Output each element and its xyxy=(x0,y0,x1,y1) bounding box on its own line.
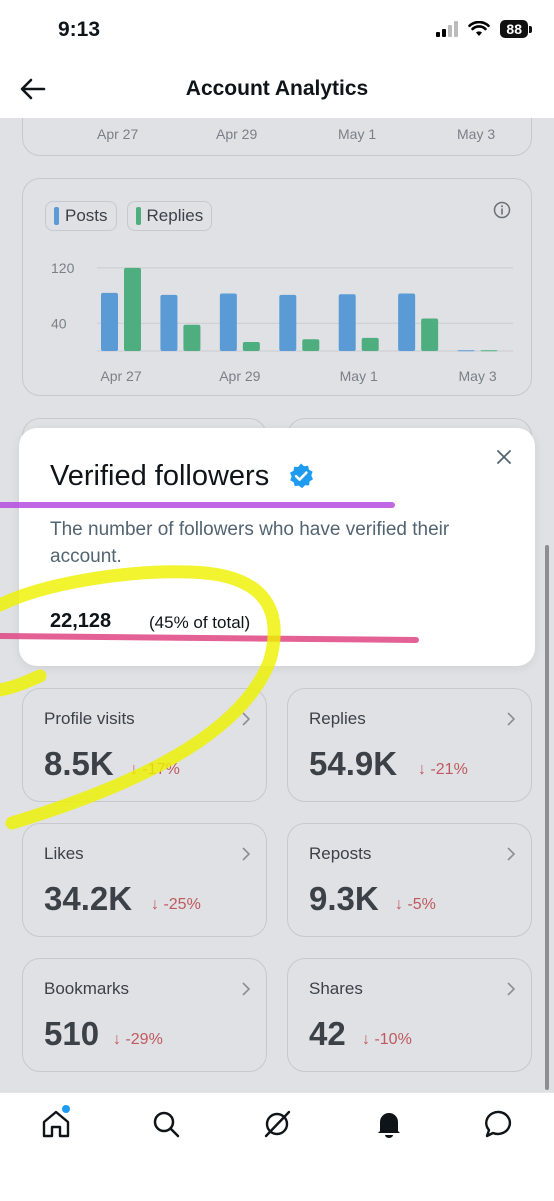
chevron-right-icon xyxy=(507,982,516,996)
metric-card-replies[interactable]: Replies 54.9K ↓ -21% xyxy=(287,688,532,802)
bar-replies xyxy=(302,339,320,351)
x-tick-label: Apr 27 xyxy=(97,126,139,142)
metric-value: 510 xyxy=(44,1015,100,1052)
bar-replies xyxy=(480,350,498,352)
verified-badge-icon xyxy=(290,463,313,489)
bar-replies xyxy=(242,342,260,351)
status-time: 9:13 xyxy=(58,18,101,41)
metric-label: Likes xyxy=(44,844,84,863)
metric-label: Bookmarks xyxy=(44,979,130,998)
bar-posts xyxy=(101,292,118,351)
chevron-right-icon xyxy=(507,847,516,861)
cellular-signal-icon xyxy=(436,21,459,37)
grok-icon[interactable] xyxy=(260,1107,294,1141)
bar-replies xyxy=(124,267,141,351)
chevron-right-icon xyxy=(242,847,251,861)
metric-change: ↓ -25% xyxy=(151,896,201,913)
notification-dot xyxy=(62,1105,70,1113)
bar-chart: 120 40 Apr 27 Apr 29 May 1 May 3 xyxy=(51,260,513,384)
metric-label: Profile visits xyxy=(44,709,135,728)
metric-change: ↓ -21% xyxy=(418,761,468,778)
scrollbar[interactable] xyxy=(545,545,549,1090)
metric-card-bookmarks[interactable]: Bookmarks 510 ↓ -29% xyxy=(22,958,267,1072)
metric-card-reposts[interactable]: Reposts 9.3K ↓ -5% xyxy=(287,823,532,937)
bar-posts xyxy=(219,293,237,351)
bar-posts xyxy=(398,293,416,351)
metric-change: ↓ -29% xyxy=(113,1031,163,1048)
x-tick-label: May 3 xyxy=(459,368,497,384)
verified-followers-popup: Verified followers The number of followe… xyxy=(19,428,535,666)
metric-value: 9.3K xyxy=(309,880,379,917)
metric-card-likes[interactable]: Likes 34.2K ↓ -25% xyxy=(22,823,267,937)
chevron-right-icon xyxy=(507,712,516,726)
metric-label: Replies xyxy=(309,709,366,728)
chevron-right-icon xyxy=(242,712,251,726)
metric-value: 54.9K xyxy=(309,745,398,782)
metric-value: 8.5K xyxy=(44,745,114,782)
popup-description: The number of followers who have verifie… xyxy=(50,519,450,567)
navigation-bar: Account Analytics xyxy=(0,62,554,118)
close-icon[interactable] xyxy=(495,448,513,466)
metric-label: Shares xyxy=(309,979,363,998)
verified-followers-percent: (45% of total) xyxy=(149,613,251,632)
messages-icon[interactable] xyxy=(482,1107,516,1141)
tab-bar xyxy=(0,1092,554,1201)
metric-change: ↓ -17% xyxy=(130,761,180,778)
bar-replies xyxy=(421,318,439,351)
popup-title: Verified followers xyxy=(50,460,270,492)
posts-replies-chart-card: Posts Replies 120 40 Apr 27 Apr 29 May 1 May … xyxy=(22,178,532,396)
metric-card-profile-visits[interactable]: Profile visits 8.5K ↓ -17% xyxy=(22,688,267,802)
bar-replies xyxy=(361,337,379,351)
metric-label: Reposts xyxy=(309,844,372,863)
search-icon[interactable] xyxy=(149,1107,183,1141)
bar-posts xyxy=(160,294,178,351)
x-tick-label: May 1 xyxy=(338,126,377,142)
battery-icon: 88 xyxy=(500,20,532,38)
bar-posts xyxy=(457,350,475,352)
x-tick-label: Apr 27 xyxy=(100,368,141,384)
metric-change: ↓ -5% xyxy=(395,896,436,913)
metric-change: ↓ -10% xyxy=(362,1031,412,1048)
y-tick-label: 120 xyxy=(51,260,75,276)
bar-posts xyxy=(338,294,356,351)
x-tick-label: Apr 29 xyxy=(216,126,258,142)
notifications-icon[interactable] xyxy=(372,1107,406,1141)
y-tick-label: 40 xyxy=(51,315,67,331)
status-bar: 9:13 88 xyxy=(0,0,554,62)
x-tick-label: May 1 xyxy=(340,368,378,384)
bar-posts xyxy=(279,294,297,351)
chevron-right-icon xyxy=(242,982,251,996)
wifi-icon xyxy=(468,21,491,36)
metric-value: 34.2K xyxy=(44,880,133,917)
bar-replies xyxy=(183,324,201,351)
metric-card-shares[interactable]: Shares 42 ↓ -10% xyxy=(287,958,532,1072)
x-tick-label: Apr 29 xyxy=(219,368,260,384)
status-icons: 88 xyxy=(436,20,532,38)
verified-followers-count: 22,128 xyxy=(50,610,112,632)
top-chart-card: Apr 27 Apr 29 May 1 May 3 xyxy=(22,118,532,156)
metric-value: 42 xyxy=(309,1015,346,1052)
page-title: Account Analytics xyxy=(185,77,369,100)
x-tick-label: May 3 xyxy=(457,126,496,142)
